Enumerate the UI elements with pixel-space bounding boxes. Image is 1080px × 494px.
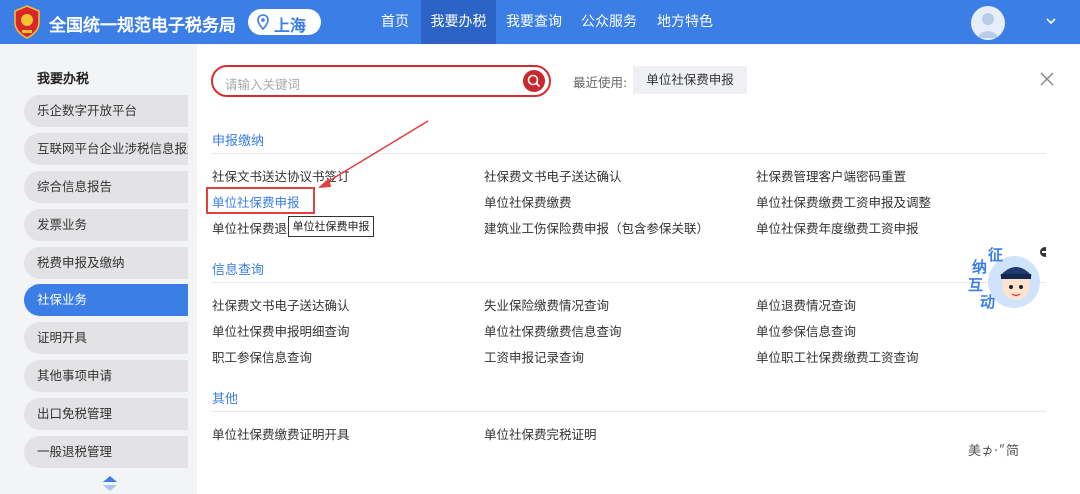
search-input[interactable]: 请输入关键词 (225, 74, 300, 93)
sidebar-item-leqi-platform[interactable]: 乐企数字开放平台 (24, 95, 188, 127)
mascot-char: 征 (988, 246, 1003, 264)
link-construction-injury-insurance[interactable]: 建筑业工伤保险费申报（包含参保关联） (484, 218, 709, 237)
search-box[interactable]: 请输入关键词 (211, 65, 551, 97)
sidebar-item-social-insurance[interactable]: 社保业务 (24, 284, 188, 316)
sidebar-item-invoice[interactable]: 发票业务 (24, 209, 188, 241)
link-unemployment-payment-query[interactable]: 失业保险缴费情况查询 (484, 295, 609, 314)
sidebar-item-internet-platform-report[interactable]: 互联网平台企业涉税信息报送 (24, 133, 188, 165)
nav-local-features[interactable]: 地方特色 (652, 0, 718, 44)
region-selector[interactable]: 上海 (248, 9, 321, 35)
mascot-widget[interactable]: 征 纳 互 动 (966, 244, 1050, 314)
nav-public-service[interactable]: 公众服务 (576, 0, 642, 44)
section-title-info-query: 信息查询 (212, 263, 265, 278)
link-wage-declaration-adjust[interactable]: 单位社保费缴费工资申报及调整 (756, 192, 931, 211)
user-avatar[interactable] (971, 6, 1005, 40)
sidebar-title: 我要办税 (37, 72, 90, 87)
link-enrollment-info-query[interactable]: 单位参保信息查询 (756, 321, 856, 340)
link-employee-enrollment-query[interactable]: 职工参保信息查询 (212, 347, 312, 366)
divider (211, 282, 1046, 283)
chevron-down-icon[interactable] (1045, 15, 1057, 27)
nav-query[interactable]: 我要查询 (500, 0, 568, 44)
search-icon (527, 74, 541, 88)
top-header: 全国统一规范电子税务局 上海 首页 我要办税 我要查询 公众服务 地方特色 (0, 0, 1080, 44)
divider (211, 411, 1046, 412)
search-button[interactable] (523, 70, 545, 92)
link-unit-social-payment[interactable]: 单位社保费缴费 (484, 192, 572, 211)
nav-tax-handling[interactable]: 我要办税 (421, 0, 496, 44)
link-payment-info-query[interactable]: 单位社保费缴费信息查询 (484, 321, 622, 340)
site-title: 全国统一规范电子税务局 (49, 16, 236, 36)
mascot-icon: 征 纳 互 动 (968, 246, 1050, 311)
watermark: 美⊅·ʺ简 (968, 444, 1021, 459)
sidebar-item-certificates[interactable]: 证明开具 (24, 322, 188, 354)
link-declaration-detail-query[interactable]: 单位社保费申报明细查询 (212, 321, 350, 340)
link-tax-paid-certificate[interactable]: 单位社保费完税证明 (484, 424, 597, 443)
user-icon (976, 13, 1000, 38)
mascot-char: 纳 (972, 258, 987, 276)
link-employee-wage-query[interactable]: 单位职工社保费缴费工资查询 (756, 347, 919, 366)
close-icon[interactable] (1040, 72, 1054, 86)
link-query-e-delivery[interactable]: 社保费文书电子送达确认 (212, 295, 350, 314)
section-title-other: 其他 (212, 392, 239, 407)
sidebar-item-general-refund[interactable]: 一般退税管理 (24, 436, 188, 468)
region-label: 上海 (274, 16, 307, 35)
link-wage-record-query[interactable]: 工资申报记录查询 (484, 347, 584, 366)
nav-home[interactable]: 首页 (371, 0, 419, 44)
link-refund-status-query[interactable]: 单位退费情况查询 (756, 295, 856, 314)
location-pin-icon (257, 14, 269, 30)
link-e-delivery-confirm[interactable]: 社保费文书电子送达确认 (484, 166, 622, 185)
mascot-char: 动 (980, 293, 995, 311)
scroll-down-arrows-icon[interactable] (101, 474, 119, 492)
link-unit-social-refund[interactable]: 单位社保费退费 (212, 218, 300, 237)
tax-emblem-icon (14, 5, 40, 39)
section-title-declare-pay: 申报缴纳 (212, 134, 265, 149)
sidebar-item-export-exemption[interactable]: 出口免税管理 (24, 398, 188, 430)
sidebar-item-other-requests[interactable]: 其他事项申请 (24, 360, 188, 392)
link-payment-certificate[interactable]: 单位社保费缴费证明开具 (212, 424, 350, 443)
link-annual-wage-declaration[interactable]: 单位社保费年度缴费工资申报 (756, 218, 919, 237)
highlight-box (206, 187, 315, 214)
divider (211, 153, 1046, 154)
recent-item[interactable]: 单位社保费申报 (633, 66, 747, 94)
sidebar-item-tax-declaration[interactable]: 税费申报及缴纳 (24, 247, 188, 279)
sidebar: 我要办税 乐企数字开放平台 互联网平台企业涉税信息报送 综合信息报告 发票业务 … (0, 44, 197, 494)
recent-label: 最近使用: (573, 75, 628, 90)
sidebar-item-info-report[interactable]: 综合信息报告 (24, 171, 188, 203)
link-client-password-reset[interactable]: 社保费管理客户端密码重置 (756, 166, 906, 185)
link-social-doc-agreement[interactable]: 社保文书送达协议书签订 (212, 166, 350, 185)
tooltip: 单位社保费申报 (288, 216, 374, 237)
mascot-char: 互 (968, 276, 983, 294)
